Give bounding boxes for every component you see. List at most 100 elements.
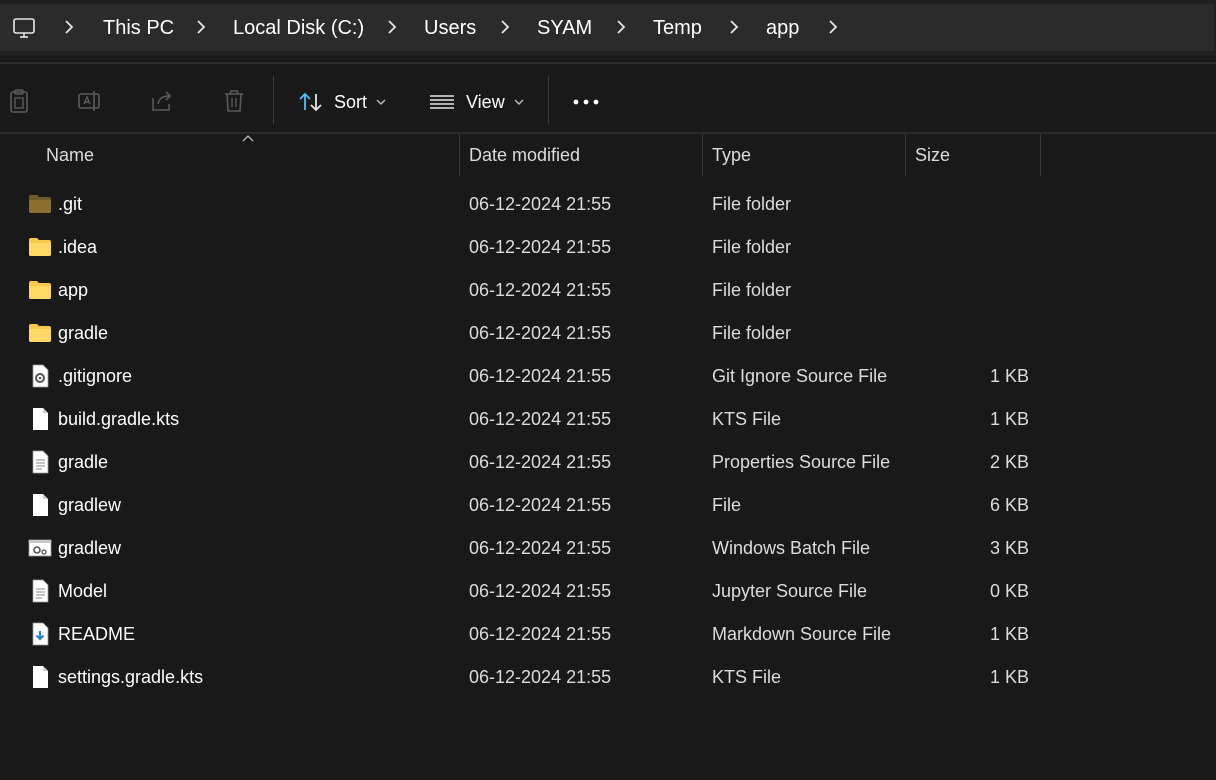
chevron-down-icon	[514, 99, 524, 105]
text-file-icon	[32, 579, 49, 603]
file-name[interactable]: app	[58, 280, 88, 301]
file-date-modified: 06-12-2024 21:55	[469, 237, 612, 257]
file-row[interactable]: .gitignore 06-12-2024 21:55 Git Ignore Sou…	[0, 355, 1216, 398]
rename-icon[interactable]	[77, 88, 103, 114]
markdown-file-icon	[32, 622, 49, 646]
text-file-icon	[32, 450, 49, 474]
gear-file-icon	[32, 364, 49, 388]
file-size: 1 KB	[989, 366, 1029, 386]
file-date-modified: 06-12-2024 21:55	[469, 495, 612, 515]
file-type: KTS File	[712, 667, 782, 687]
share-icon[interactable]	[149, 88, 175, 114]
file-date-modified: 06-12-2024 21:55	[469, 323, 612, 343]
chevron-right-icon[interactable]	[196, 19, 206, 35]
breadcrumb[interactable]: This PC Local Disk (C:) Users SYAM Temp …	[0, 4, 1214, 51]
folder-icon	[29, 238, 51, 256]
file-row[interactable]: gradlew 06-12-2024 21:55 File 6 KB	[0, 484, 1216, 527]
blank-file-icon	[33, 666, 48, 688]
file-row[interactable]: Model 06-12-2024 21:55 Jupyter Source File…	[0, 570, 1216, 613]
file-name[interactable]: README	[58, 624, 135, 645]
command-bar: Sort View	[0, 62, 1216, 134]
breadcrumb-item-temp[interactable]: Temp	[653, 17, 702, 40]
chevron-right-icon[interactable]	[64, 19, 74, 35]
blank-file-icon	[33, 408, 48, 430]
file-row[interactable]: gradle 06-12-2024 21:55 File folder	[0, 312, 1216, 355]
file-row[interactable]: settings.gradle.kts 06-12-2024 21:55 KTS F…	[0, 656, 1216, 699]
file-size: 1 KB	[989, 624, 1029, 644]
column-date-modified[interactable]: Date modified	[460, 134, 703, 176]
file-size: 2 KB	[989, 452, 1029, 472]
file-type: File folder	[712, 323, 792, 343]
file-type: File folder	[712, 237, 792, 257]
batch-file-icon	[28, 539, 52, 557]
file-date-modified: 06-12-2024 21:55	[469, 624, 612, 644]
file-row[interactable]: README 06-12-2024 21:55 Markdown Source Fi…	[0, 613, 1216, 656]
sort-icon	[299, 92, 322, 112]
breadcrumb-item-users[interactable]: Users	[424, 17, 476, 40]
file-type: File	[712, 495, 742, 515]
view-icon	[430, 95, 454, 109]
file-name[interactable]: .idea	[58, 237, 97, 258]
chevron-down-icon	[376, 99, 386, 105]
folder-icon	[29, 281, 51, 299]
folder-icon	[29, 324, 51, 342]
column-type[interactable]: Type	[703, 134, 906, 176]
file-type: File folder	[712, 280, 792, 300]
file-row[interactable]: gradlew 06-12-2024 21:55 Windows Batch Fil…	[0, 527, 1216, 570]
sort-button[interactable]: Sort	[298, 88, 386, 116]
file-name[interactable]: settings.gradle.kts	[58, 667, 203, 688]
sort-label: Sort	[334, 91, 368, 112]
file-name[interactable]: .gitignore	[58, 366, 132, 387]
chevron-right-icon[interactable]	[387, 19, 397, 35]
folder-icon-dim	[29, 195, 51, 213]
file-type: Windows Batch File	[712, 538, 871, 558]
chevron-right-icon[interactable]	[729, 19, 739, 35]
view-label: View	[466, 91, 505, 112]
file-type: Git Ignore Source File	[712, 366, 888, 386]
file-date-modified: 06-12-2024 21:55	[469, 366, 612, 386]
breadcrumb-item-local-disk[interactable]: Local Disk (C:)	[233, 17, 364, 40]
column-name[interactable]: Name	[37, 134, 460, 176]
view-button[interactable]: View	[429, 88, 524, 116]
file-name[interactable]: build.gradle.kts	[58, 409, 179, 430]
file-type: File folder	[712, 194, 792, 214]
file-name[interactable]: gradle	[58, 323, 108, 344]
file-date-modified: 06-12-2024 21:55	[469, 538, 612, 558]
file-type: Jupyter Source File	[712, 581, 868, 601]
delete-icon[interactable]	[221, 88, 247, 114]
file-name[interactable]: gradlew	[58, 495, 121, 516]
file-name[interactable]: .git	[58, 194, 82, 215]
file-date-modified: 06-12-2024 21:55	[469, 581, 612, 601]
column-size[interactable]: Size	[906, 134, 1041, 176]
toolbar-divider	[273, 76, 274, 124]
file-size: 6 KB	[989, 495, 1029, 515]
more-icon[interactable]	[573, 92, 599, 112]
file-size: 3 KB	[989, 538, 1029, 558]
breadcrumb-item-app[interactable]: app	[766, 17, 799, 40]
file-row[interactable]: build.gradle.kts 06-12-2024 21:55 KTS File…	[0, 398, 1216, 441]
file-size: 1 KB	[989, 409, 1029, 429]
file-name[interactable]: gradlew	[58, 538, 121, 559]
file-row[interactable]: .idea 06-12-2024 21:55 File folder	[0, 226, 1216, 269]
blank-file-icon	[33, 494, 48, 516]
column-header: Name Date modified Type Size	[0, 134, 1216, 176]
chevron-right-icon[interactable]	[616, 19, 626, 35]
copy-icon[interactable]	[6, 88, 32, 114]
file-date-modified: 06-12-2024 21:55	[469, 409, 612, 429]
file-name[interactable]: gradle	[58, 452, 108, 473]
file-size: 1 KB	[989, 667, 1029, 687]
file-type: KTS File	[712, 409, 782, 429]
file-row[interactable]: app 06-12-2024 21:55 File folder	[0, 269, 1216, 312]
chevron-right-icon[interactable]	[828, 19, 838, 35]
file-name[interactable]: Model	[58, 581, 107, 602]
file-type: Properties Source File	[712, 452, 891, 472]
file-date-modified: 06-12-2024 21:55	[469, 452, 612, 472]
file-type: Markdown Source File	[712, 624, 892, 644]
file-date-modified: 06-12-2024 21:55	[469, 667, 612, 687]
file-row[interactable]: .git 06-12-2024 21:55 File folder	[0, 183, 1216, 226]
file-row[interactable]: gradle 06-12-2024 21:55 Properties Source …	[0, 441, 1216, 484]
file-size: 0 KB	[989, 581, 1029, 601]
chevron-right-icon[interactable]	[500, 19, 510, 35]
breadcrumb-item-syam[interactable]: SYAM	[537, 17, 592, 40]
breadcrumb-item-this-pc[interactable]: This PC	[103, 17, 174, 40]
